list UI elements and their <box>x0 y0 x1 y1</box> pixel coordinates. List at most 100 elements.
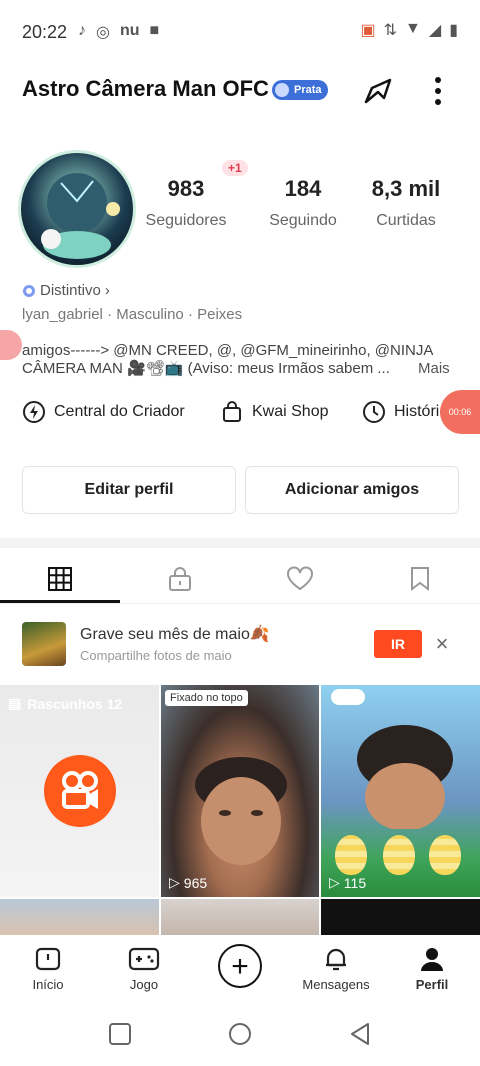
kwai-shop-link[interactable]: Kwai Shop <box>220 400 329 424</box>
grid-icon <box>48 567 72 591</box>
drafts-count-label: Rascunhos 12 <box>27 695 123 712</box>
kwai-logo-icon <box>44 755 116 827</box>
play-count-value: 965 <box>183 874 208 891</box>
likes-count: 8,3 mil <box>371 176 441 201</box>
floating-timer[interactable]: 00:06 <box>440 390 480 434</box>
video-thumbnail <box>357 725 453 829</box>
video-tile[interactable] <box>0 899 159 935</box>
more-options-icon[interactable] <box>428 74 448 108</box>
video-camera-icon: ■ <box>149 22 160 39</box>
nav-game-label: Jogo <box>129 977 159 992</box>
lock-icon <box>169 567 191 591</box>
video-tile[interactable]: Fixado no topo ▷ 965 <box>161 685 319 897</box>
drafts-icon: ▤ <box>8 695 22 711</box>
status-bar: 20:22 ♪ ◎ nu ■ ▣ ⇅ ▼ ◢ ▮ <box>0 0 480 62</box>
video-tile[interactable] <box>321 899 480 935</box>
clock-icon <box>363 401 385 423</box>
gender: Masculino <box>116 306 184 323</box>
home-button-icon[interactable] <box>228 1022 252 1046</box>
distintivo-link[interactable]: Distintivo › <box>22 282 110 299</box>
back-icon[interactable] <box>348 1022 372 1046</box>
play-icon: ▷ <box>169 874 180 890</box>
likes-label: Curtidas <box>376 212 436 229</box>
play-icon: ▷ <box>329 874 340 890</box>
create-post-button[interactable]: + <box>218 944 262 988</box>
stat-likes[interactable]: 8,3 mil Curtidas <box>351 176 461 230</box>
chrome-icon: ◎ <box>96 24 110 41</box>
egg-icon <box>383 835 415 875</box>
data-arrows-icon: ⇅ <box>383 22 398 39</box>
following-count: 184 <box>284 176 322 201</box>
home-icon <box>35 947 61 971</box>
bookmark-icon <box>411 567 429 591</box>
signal-icon: ◢ <box>428 22 442 39</box>
nav-profile-label: Perfil <box>415 977 449 992</box>
profile-meta: lyan_gabriel · Masculino · Peixes <box>22 306 242 323</box>
badge-label: Prata <box>294 84 322 96</box>
creator-center-label: Central do Criador <box>54 403 185 420</box>
shopping-bag-icon <box>223 401 241 422</box>
heart-icon <box>287 566 313 591</box>
system-nav-bar <box>0 1005 480 1066</box>
followers-count: 983 <box>167 176 205 201</box>
followers-label: Seguidores <box>145 212 227 229</box>
wifi-icon: ▼ <box>405 20 421 37</box>
promo-thumbnail <box>22 622 66 666</box>
share-icon[interactable] <box>362 74 396 108</box>
bio-more-link[interactable]: Mais <box>418 360 450 377</box>
nav-home-label: Início <box>32 977 64 992</box>
person-icon <box>421 948 443 971</box>
tab-saved[interactable] <box>360 556 480 602</box>
following-label: Seguindo <box>269 212 337 229</box>
play-count: ▷ 965 <box>169 874 207 891</box>
kwai-shop-label: Kwai Shop <box>252 403 329 420</box>
nav-profile[interactable]: Perfil <box>384 945 480 992</box>
egg-icon <box>335 835 367 875</box>
close-icon[interactable]: × <box>430 630 454 658</box>
tab-posts[interactable] <box>0 556 120 602</box>
nav-game[interactable]: Jogo <box>96 945 192 992</box>
gamepad-icon <box>128 947 160 971</box>
distintivo-icon <box>23 284 35 297</box>
avatar[interactable] <box>18 150 136 268</box>
avatar-illustration <box>41 173 120 259</box>
promo-banner[interactable]: Grave seu mês de maio🍂 Compartilhe fotos… <box>0 616 480 672</box>
drafts-label: ▤ Rascunhos 12 <box>8 695 122 712</box>
stat-following[interactable]: 184 Seguindo <box>248 176 358 230</box>
recent-apps-icon[interactable] <box>108 1022 132 1046</box>
creator-center-link[interactable]: Central do Criador <box>22 400 185 424</box>
nav-home[interactable]: Início <box>0 945 96 992</box>
status-time: 20:22 <box>22 22 68 42</box>
video-tile[interactable] <box>161 899 319 935</box>
tab-liked[interactable] <box>240 556 360 602</box>
promo-subtitle: Compartilhe fotos de maio <box>80 648 232 663</box>
nav-messages-label: Mensagens <box>302 977 370 992</box>
bell-icon <box>326 948 346 971</box>
username: lyan_gabriel <box>22 306 103 323</box>
play-count: ▷ 115 <box>329 874 366 891</box>
edit-profile-button[interactable]: Editar perfil <box>22 466 236 514</box>
cast-icon: ▣ <box>360 22 376 39</box>
zodiac-sign: Peixes <box>197 306 243 323</box>
video-tile[interactable]: ▷ 115 <box>321 685 480 897</box>
nav-messages[interactable]: Mensagens <box>288 945 384 992</box>
promo-go-button[interactable]: IR <box>374 630 422 658</box>
tab-private[interactable] <box>120 556 240 602</box>
bio-line: CÂMERA MAN 🎥📽📺 (Aviso: meus Irmãos sabem… <box>22 360 390 377</box>
section-divider <box>0 538 480 548</box>
meta-separator: · <box>187 306 198 323</box>
level-badge[interactable]: Prata <box>272 80 328 100</box>
drafts-tile[interactable]: ▤ Rascunhos 12 <box>0 685 159 897</box>
cloud-icon <box>331 689 365 705</box>
followers-delta-badge: +1 <box>222 160 248 176</box>
floating-record-icon[interactable] <box>0 330 22 360</box>
promo-title: Grave seu mês de maio🍂 <box>80 626 270 643</box>
tabs-separator <box>0 603 480 604</box>
bio-line: amigos------> @MN CREED, @, @GFM_mineiri… <box>22 342 434 359</box>
play-count-value: 115 <box>343 874 367 891</box>
stat-followers[interactable]: 983 Seguidores <box>131 176 241 230</box>
active-tab-indicator <box>0 600 120 603</box>
status-right-icons: ▣ ⇅ ▼ ◢ ▮ <box>361 20 459 40</box>
add-friends-button[interactable]: Adicionar amigos <box>245 466 459 514</box>
bio[interactable]: amigos------> @MN CREED, @, @GFM_mineiri… <box>22 342 462 378</box>
